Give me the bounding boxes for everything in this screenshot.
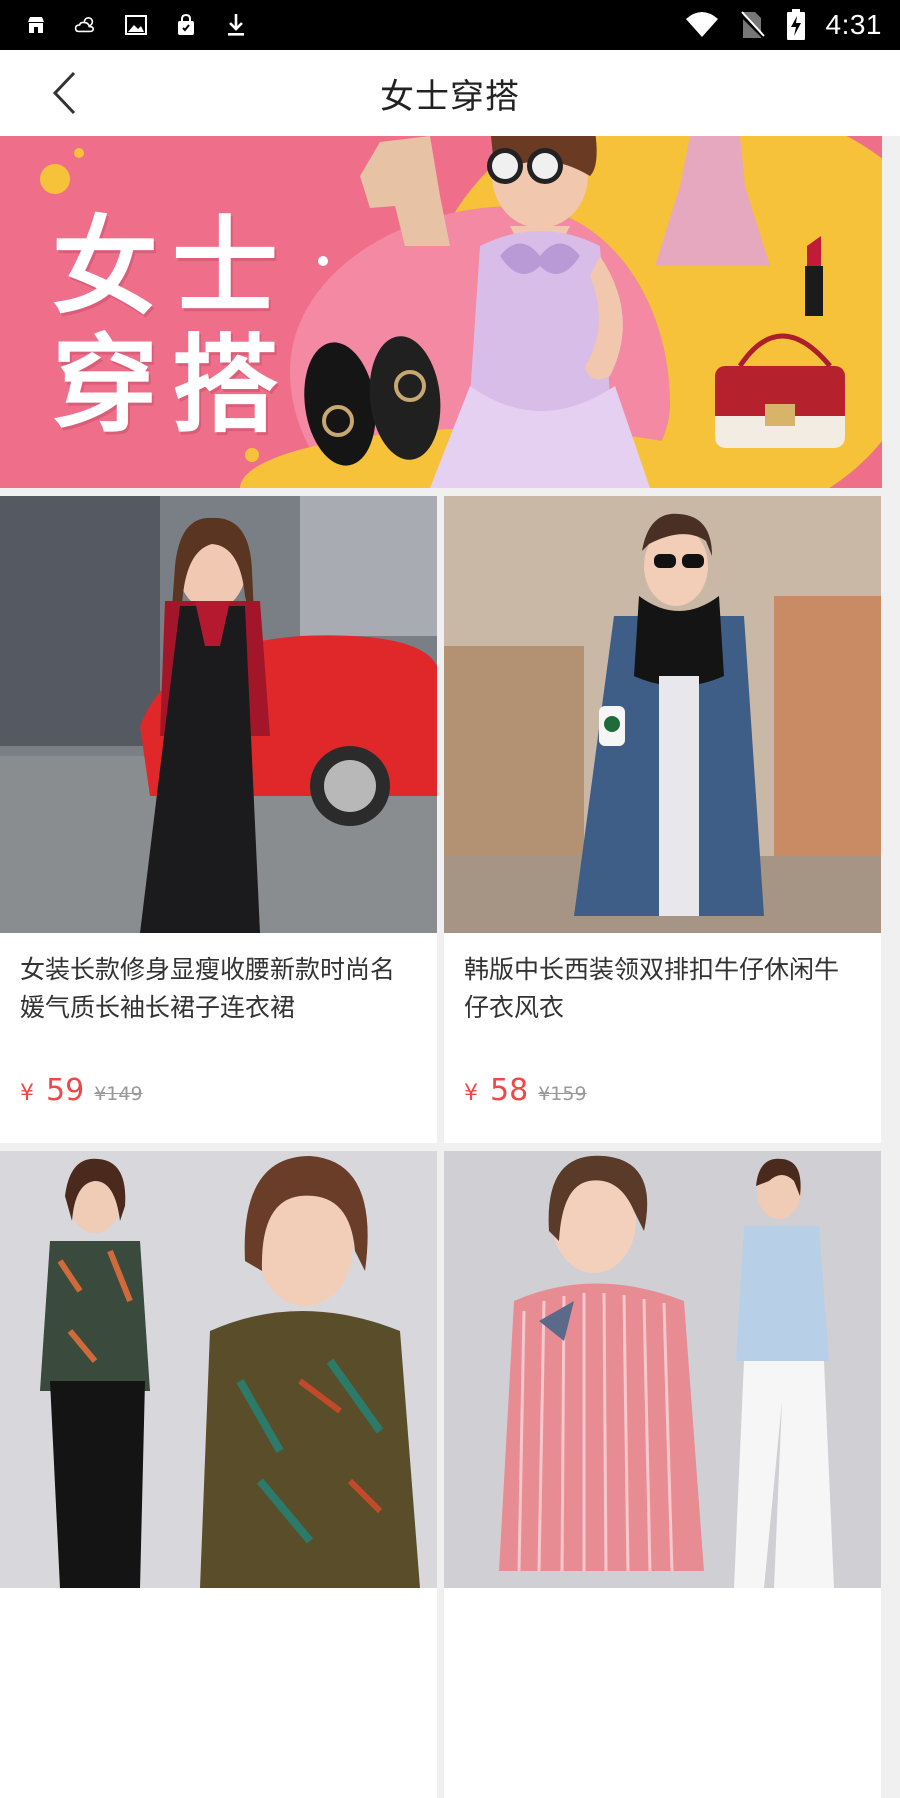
product-card[interactable] bbox=[444, 1151, 881, 1798]
product-info: 女装长款修身显瘦收腰新款时尚名媛气质长袖长裙子连衣裙 ¥ 59 ¥149 bbox=[0, 933, 437, 1143]
product-info bbox=[0, 1588, 437, 1798]
price-row: ¥ 58 ¥159 bbox=[464, 1073, 587, 1108]
back-button[interactable] bbox=[40, 68, 90, 118]
product-image[interactable] bbox=[444, 1151, 881, 1588]
product-card[interactable]: 韩版中长西装领双排扣牛仔休闲牛仔衣风衣 ¥ 58 ¥159 bbox=[444, 496, 881, 1143]
product-photo-striped-blouse bbox=[444, 1151, 881, 1588]
weather-icon bbox=[74, 13, 98, 37]
product-image[interactable] bbox=[0, 496, 437, 933]
image-icon bbox=[124, 13, 148, 37]
shopping-bag-icon bbox=[174, 13, 198, 37]
product-info: 韩版中长西装领双排扣牛仔休闲牛仔衣风衣 ¥ 58 ¥159 bbox=[444, 933, 881, 1143]
product-photo-printed-turtleneck bbox=[0, 1151, 437, 1588]
price-row: ¥ 59 ¥149 bbox=[20, 1073, 143, 1108]
download-icon bbox=[224, 13, 248, 37]
store-icon bbox=[24, 13, 48, 37]
app-header: 女士穿搭 bbox=[0, 50, 900, 136]
banner-title: 女士 穿搭 bbox=[52, 204, 292, 447]
currency-symbol: ¥ bbox=[464, 1081, 478, 1106]
original-price: ¥159 bbox=[538, 1083, 587, 1105]
sale-price: 59 bbox=[46, 1073, 85, 1108]
promo-banner[interactable]: 女士 穿搭 bbox=[0, 136, 882, 488]
page-title: 女士穿搭 bbox=[380, 76, 520, 117]
sale-price: 58 bbox=[490, 1073, 529, 1108]
product-card[interactable] bbox=[0, 1151, 437, 1798]
no-sim-icon bbox=[738, 11, 766, 40]
wifi-icon bbox=[684, 12, 720, 37]
currency-symbol: ¥ bbox=[20, 1081, 34, 1106]
status-bar-notifications bbox=[24, 13, 248, 37]
product-name[interactable]: 女装长款修身显瘦收腰新款时尚名媛气质长袖长裙子连衣裙 bbox=[20, 951, 417, 1027]
product-grid: 女装长款修身显瘦收腰新款时尚名媛气质长袖长裙子连衣裙 ¥ 59 ¥149 韩版中… bbox=[0, 496, 882, 1798]
chevron-left-icon bbox=[52, 71, 76, 115]
battery-charging-icon bbox=[784, 9, 808, 40]
product-info bbox=[444, 1588, 881, 1798]
product-image[interactable] bbox=[444, 496, 881, 933]
product-photo-denim-trench bbox=[444, 496, 881, 933]
status-bar: 4:31 bbox=[0, 0, 900, 50]
product-image[interactable] bbox=[0, 1151, 437, 1588]
status-bar-system: 4:31 bbox=[684, 9, 883, 41]
product-photo-black-dress bbox=[0, 496, 437, 933]
clock: 4:31 bbox=[825, 9, 882, 40]
product-card[interactable]: 女装长款修身显瘦收腰新款时尚名媛气质长袖长裙子连衣裙 ¥ 59 ¥149 bbox=[0, 496, 437, 1143]
product-name[interactable]: 韩版中长西装领双排扣牛仔休闲牛仔衣风衣 bbox=[464, 951, 861, 1027]
original-price: ¥149 bbox=[94, 1083, 143, 1105]
